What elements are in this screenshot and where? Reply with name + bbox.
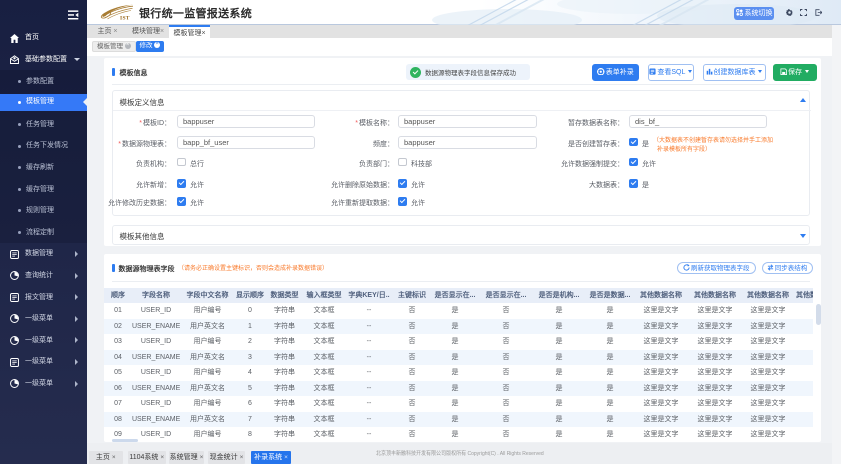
svg-text:IST: IST bbox=[120, 16, 130, 21]
